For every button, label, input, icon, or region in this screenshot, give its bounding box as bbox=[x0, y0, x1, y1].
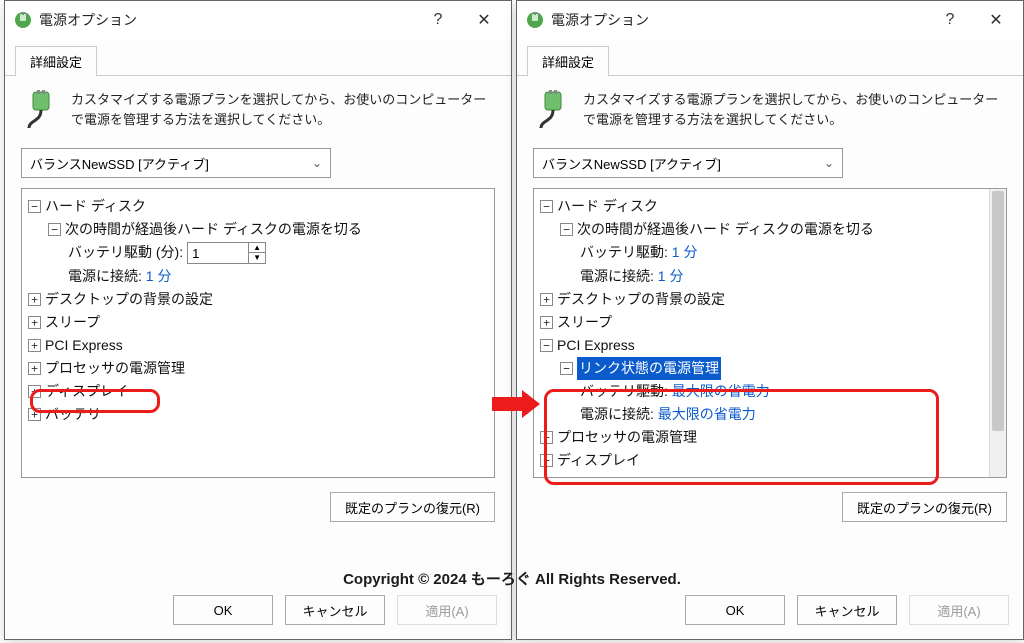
tab-row: 詳細設定 bbox=[5, 39, 511, 76]
apply-button[interactable]: 適用(A) bbox=[397, 595, 497, 625]
expand-icon[interactable]: + bbox=[28, 362, 41, 375]
tab-advanced[interactable]: 詳細設定 bbox=[15, 46, 97, 76]
description-text: カスタマイズする電源プランを選択してから、お使いのコンピューターで電源を管理する… bbox=[583, 90, 1007, 130]
apply-button[interactable]: 適用(A) bbox=[909, 595, 1009, 625]
cancel-button[interactable]: キャンセル bbox=[797, 595, 897, 625]
expand-icon[interactable]: + bbox=[28, 408, 41, 421]
expand-icon[interactable]: + bbox=[28, 339, 41, 352]
tree-item-display[interactable]: +ディスプレイ bbox=[26, 380, 490, 403]
power-plan-select[interactable]: バランスNewSSD [アクティブ] ⌄ bbox=[21, 148, 331, 178]
arrow-icon bbox=[492, 390, 542, 418]
power-options-dialog-right: 電源オプション ? ✕ 詳細設定 カスタマイズする電源プランを選択してから、お使… bbox=[516, 0, 1024, 640]
tree-item-plugged[interactable]: 電源に接続: 1 分 bbox=[26, 265, 490, 288]
expand-icon[interactable]: + bbox=[540, 431, 553, 444]
description-text: カスタマイズする電源プランを選択してから、お使いのコンピューターで電源を管理する… bbox=[71, 90, 495, 130]
tree-item-desktop-bg[interactable]: +デスクトップの背景の設定 bbox=[538, 288, 1002, 311]
collapse-icon[interactable]: − bbox=[48, 223, 61, 236]
scrollbar[interactable] bbox=[989, 189, 1006, 477]
tree-item-harddisk[interactable]: −ハード ディスク bbox=[26, 195, 490, 218]
spin-down-icon[interactable]: ▼ bbox=[249, 253, 265, 263]
tree-item-battery[interactable]: バッテリ駆動: 1 分 bbox=[538, 241, 1002, 264]
restore-defaults-button[interactable]: 既定のプランの復元(R) bbox=[330, 492, 495, 522]
chevron-down-icon: ⌄ bbox=[312, 156, 322, 170]
tree-item-battery-min: バッテリ駆動 (分): ▲▼ bbox=[26, 241, 490, 264]
expand-icon[interactable]: + bbox=[540, 454, 553, 467]
power-icon bbox=[533, 90, 573, 130]
tree-item-pci-express[interactable]: +PCI Express bbox=[26, 334, 490, 357]
pci-plugged-value-link[interactable]: 最大限の省電力 bbox=[658, 403, 756, 426]
ok-button[interactable]: OK bbox=[173, 595, 273, 625]
collapse-icon[interactable]: − bbox=[560, 362, 573, 375]
titlebar: 電源オプション ? ✕ bbox=[5, 1, 511, 39]
dialog-buttons: OK キャンセル 適用(A) bbox=[517, 585, 1023, 639]
app-icon bbox=[525, 10, 545, 30]
ok-button[interactable]: OK bbox=[685, 595, 785, 625]
restore-defaults-button[interactable]: 既定のプランの復元(R) bbox=[842, 492, 1007, 522]
help-button[interactable]: ? bbox=[927, 4, 973, 36]
dialog-buttons: OK キャンセル 適用(A) bbox=[5, 585, 511, 639]
tree-item-hdd-turnoff[interactable]: −次の時間が経過後ハード ディスクの電源を切る bbox=[26, 218, 490, 241]
tree-item-cpu-power[interactable]: +プロセッサの電源管理 bbox=[538, 426, 1002, 449]
tree-item-pci-express[interactable]: −PCI Express bbox=[538, 334, 1002, 357]
close-button[interactable]: ✕ bbox=[461, 4, 507, 36]
plan-label: バランスNewSSD [アクティブ] bbox=[30, 154, 209, 173]
power-icon bbox=[21, 90, 61, 130]
expand-icon[interactable]: + bbox=[540, 316, 553, 329]
tree-item-hdd-turnoff[interactable]: −次の時間が経過後ハード ディスクの電源を切る bbox=[538, 218, 1002, 241]
collapse-icon[interactable]: − bbox=[540, 339, 553, 352]
tree-item-battery[interactable]: +バッテリ bbox=[26, 403, 490, 426]
plugged-value-link[interactable]: 1 分 bbox=[146, 265, 172, 288]
chevron-down-icon: ⌄ bbox=[824, 156, 834, 170]
settings-tree: −ハード ディスク −次の時間が経過後ハード ディスクの電源を切る バッテリ駆動… bbox=[533, 188, 1007, 478]
expand-icon[interactable]: + bbox=[28, 385, 41, 398]
battery-minutes-spinner[interactable]: ▲▼ bbox=[187, 242, 266, 264]
expand-icon[interactable]: + bbox=[28, 293, 41, 306]
plan-label: バランスNewSSD [アクティブ] bbox=[542, 154, 721, 173]
tab-row: 詳細設定 bbox=[517, 39, 1023, 76]
collapse-icon[interactable]: − bbox=[560, 223, 573, 236]
pci-battery-value-link[interactable]: 最大限の省電力 bbox=[672, 380, 770, 403]
selected-item-label: リンク状態の電源管理 bbox=[577, 357, 721, 380]
collapse-icon[interactable]: − bbox=[28, 200, 41, 213]
plugged-value-link[interactable]: 1 分 bbox=[658, 265, 684, 288]
tab-advanced[interactable]: 詳細設定 bbox=[527, 46, 609, 76]
scrollbar-thumb[interactable] bbox=[992, 191, 1004, 431]
battery-minutes-input[interactable] bbox=[188, 246, 248, 261]
expand-icon[interactable]: + bbox=[28, 316, 41, 329]
tree-item-plugged[interactable]: 電源に接続: 1 分 bbox=[538, 265, 1002, 288]
tree-item-pci-plugged[interactable]: 電源に接続: 最大限の省電力 bbox=[538, 403, 1002, 426]
power-plan-select[interactable]: バランスNewSSD [アクティブ] ⌄ bbox=[533, 148, 843, 178]
titlebar: 電源オプション ? ✕ bbox=[517, 1, 1023, 39]
close-button[interactable]: ✕ bbox=[973, 4, 1019, 36]
tree-item-pci-link-state[interactable]: −リンク状態の電源管理 bbox=[538, 357, 1002, 380]
collapse-icon[interactable]: − bbox=[540, 200, 553, 213]
app-icon bbox=[13, 10, 33, 30]
cancel-button[interactable]: キャンセル bbox=[285, 595, 385, 625]
settings-tree: −ハード ディスク −次の時間が経過後ハード ディスクの電源を切る バッテリ駆動… bbox=[21, 188, 495, 478]
help-button[interactable]: ? bbox=[415, 4, 461, 36]
battery-value-link[interactable]: 1 分 bbox=[672, 241, 698, 264]
tree-item-cpu-power[interactable]: +プロセッサの電源管理 bbox=[26, 357, 490, 380]
tree-item-pci-battery[interactable]: バッテリ駆動: 最大限の省電力 bbox=[538, 380, 1002, 403]
tree-item-display[interactable]: +ディスプレイ bbox=[538, 449, 1002, 472]
tree-item-sleep[interactable]: +スリープ bbox=[538, 311, 1002, 334]
expand-icon[interactable]: + bbox=[540, 293, 553, 306]
tree-item-desktop-bg[interactable]: +デスクトップの背景の設定 bbox=[26, 288, 490, 311]
tree-item-sleep[interactable]: +スリープ bbox=[26, 311, 490, 334]
window-title: 電源オプション bbox=[39, 10, 415, 30]
tree-item-harddisk[interactable]: −ハード ディスク bbox=[538, 195, 1002, 218]
window-title: 電源オプション bbox=[551, 10, 927, 30]
power-options-dialog-left: 電源オプション ? ✕ 詳細設定 カスタマイズする電源プランを選択してから、お使… bbox=[4, 0, 512, 640]
